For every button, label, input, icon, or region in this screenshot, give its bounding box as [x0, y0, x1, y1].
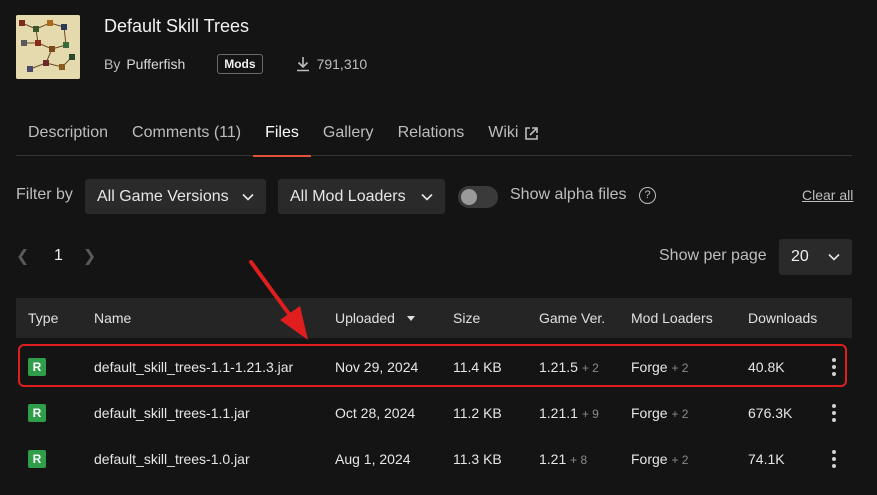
per-page-label: Show per page — [659, 247, 767, 264]
author-link[interactable]: Pufferfish — [126, 56, 185, 72]
game-version: 1.21.1 + 9 — [539, 405, 599, 421]
header-downloads: Downloads — [748, 310, 818, 326]
sort-desc-icon — [406, 315, 415, 321]
alpha-files-label: Show alpha files — [510, 186, 627, 203]
tab-description[interactable]: Description — [16, 120, 120, 156]
upload-date: Nov 29, 2024 — [335, 359, 419, 375]
game-version: 1.21 + 8 — [539, 451, 587, 467]
game-version-extra: + 2 — [581, 361, 599, 375]
header-size: Size — [453, 310, 481, 326]
filter-label: Filter by — [16, 186, 73, 203]
table-row[interactable]: R default_skill_trees-1.0.jar Aug 1, 202… — [16, 436, 852, 482]
project-meta: By Pufferfish Mods 791,310 — [104, 54, 367, 74]
project-title: Default Skill Trees — [104, 16, 250, 36]
page-number[interactable]: 1 — [54, 247, 63, 265]
table-row[interactable]: R default_skill_trees-1.1-1.21.3.jar Nov… — [16, 344, 852, 390]
mod-loader: Forge + 2 — [631, 405, 688, 421]
file-name[interactable]: default_skill_trees-1.1-1.21.3.jar — [94, 359, 293, 375]
mod-loader-value: Forge — [631, 359, 668, 375]
file-name[interactable]: default_skill_trees-1.0.jar — [94, 451, 250, 467]
category-badge[interactable]: Mods — [217, 54, 263, 74]
annotation-arrow — [249, 260, 308, 340]
alpha-files-toggle[interactable] — [458, 186, 498, 208]
help-icon[interactable]: ? — [639, 187, 656, 204]
prev-page-icon[interactable]: ❮ — [16, 246, 32, 266]
tab-files[interactable]: Files — [253, 120, 311, 157]
tab-wiki[interactable]: Wiki — [476, 120, 551, 156]
more-options-icon[interactable] — [831, 358, 837, 376]
tab-gallery[interactable]: Gallery — [311, 120, 386, 156]
game-version-value: 1.21.1 — [539, 405, 578, 421]
file-downloads: 676.3K — [748, 405, 793, 421]
game-version-select[interactable]: All Game Versions — [85, 179, 266, 214]
mod-loader-extra: + 2 — [671, 407, 689, 421]
game-version-extra: + 9 — [581, 407, 599, 421]
mod-loader-value: All Mod Loaders — [290, 187, 406, 205]
chevron-down-icon — [242, 193, 254, 201]
mod-loader: Forge + 2 — [631, 359, 688, 375]
file-size: 11.2 KB — [453, 405, 502, 421]
header-mod-loaders: Mod Loaders — [631, 310, 713, 326]
file-size: 11.4 KB — [453, 359, 502, 375]
tab-wiki-label: Wiki — [488, 124, 519, 141]
header-uploaded-label: Uploaded — [335, 310, 395, 326]
header-uploaded[interactable]: Uploaded — [335, 310, 415, 326]
chevron-down-icon — [828, 253, 840, 261]
download-icon — [296, 57, 309, 72]
file-downloads: 40.8K — [748, 359, 785, 375]
download-count-value: 791,310 — [316, 56, 368, 72]
files-table: Type Name Uploaded Size Game Ver. Mod Lo… — [16, 298, 852, 482]
mod-loader-value: Forge — [631, 405, 668, 421]
table-row[interactable]: R default_skill_trees-1.1.jar Oct 28, 20… — [16, 390, 852, 436]
game-version: 1.21.5 + 2 — [539, 359, 599, 375]
per-page-select[interactable]: 20 — [779, 239, 852, 275]
mod-loader: Forge + 2 — [631, 451, 688, 467]
download-count: 791,310 — [295, 56, 368, 72]
pagination: ❮ 1 ❯ — [16, 246, 99, 266]
table-header: Type Name Uploaded Size Game Ver. Mod Lo… — [16, 298, 852, 338]
per-page-value: 20 — [791, 248, 809, 265]
release-badge: R — [28, 404, 46, 422]
by-label: By — [104, 56, 121, 72]
game-version-value: 1.21.5 — [539, 359, 578, 375]
game-version-value: 1.21 — [539, 451, 567, 467]
more-options-icon[interactable] — [831, 450, 837, 468]
release-badge: R — [28, 450, 46, 468]
chevron-down-icon — [421, 193, 433, 201]
next-page-icon[interactable]: ❯ — [83, 246, 99, 266]
header-type: Type — [28, 310, 59, 326]
more-options-icon[interactable] — [831, 404, 837, 422]
clear-all-link[interactable]: Clear all — [802, 187, 853, 203]
mod-loader-extra: + 2 — [671, 453, 689, 467]
file-size: 11.3 KB — [453, 451, 502, 467]
mod-loader-select[interactable]: All Mod Loaders — [278, 179, 445, 214]
release-badge: R — [28, 358, 46, 376]
upload-date: Oct 28, 2024 — [335, 405, 416, 421]
file-downloads: 74.1K — [748, 451, 785, 467]
tab-relations[interactable]: Relations — [386, 120, 477, 156]
file-name[interactable]: default_skill_trees-1.1.jar — [94, 405, 250, 421]
tab-comments[interactable]: Comments (11) — [120, 120, 253, 156]
mod-loader-value: Forge — [631, 451, 668, 467]
external-link-icon — [525, 127, 539, 140]
game-version-extra: + 8 — [570, 453, 588, 467]
header-name: Name — [94, 310, 132, 326]
header-game-ver: Game Ver. — [539, 310, 606, 326]
mod-loader-extra: + 2 — [671, 361, 689, 375]
project-thumbnail[interactable] — [16, 15, 80, 79]
upload-date: Aug 1, 2024 — [335, 451, 411, 467]
game-version-value: All Game Versions — [97, 187, 229, 205]
project-tabs: Description Comments (11) Files Gallery … — [16, 120, 852, 157]
toggle-knob — [461, 189, 477, 205]
